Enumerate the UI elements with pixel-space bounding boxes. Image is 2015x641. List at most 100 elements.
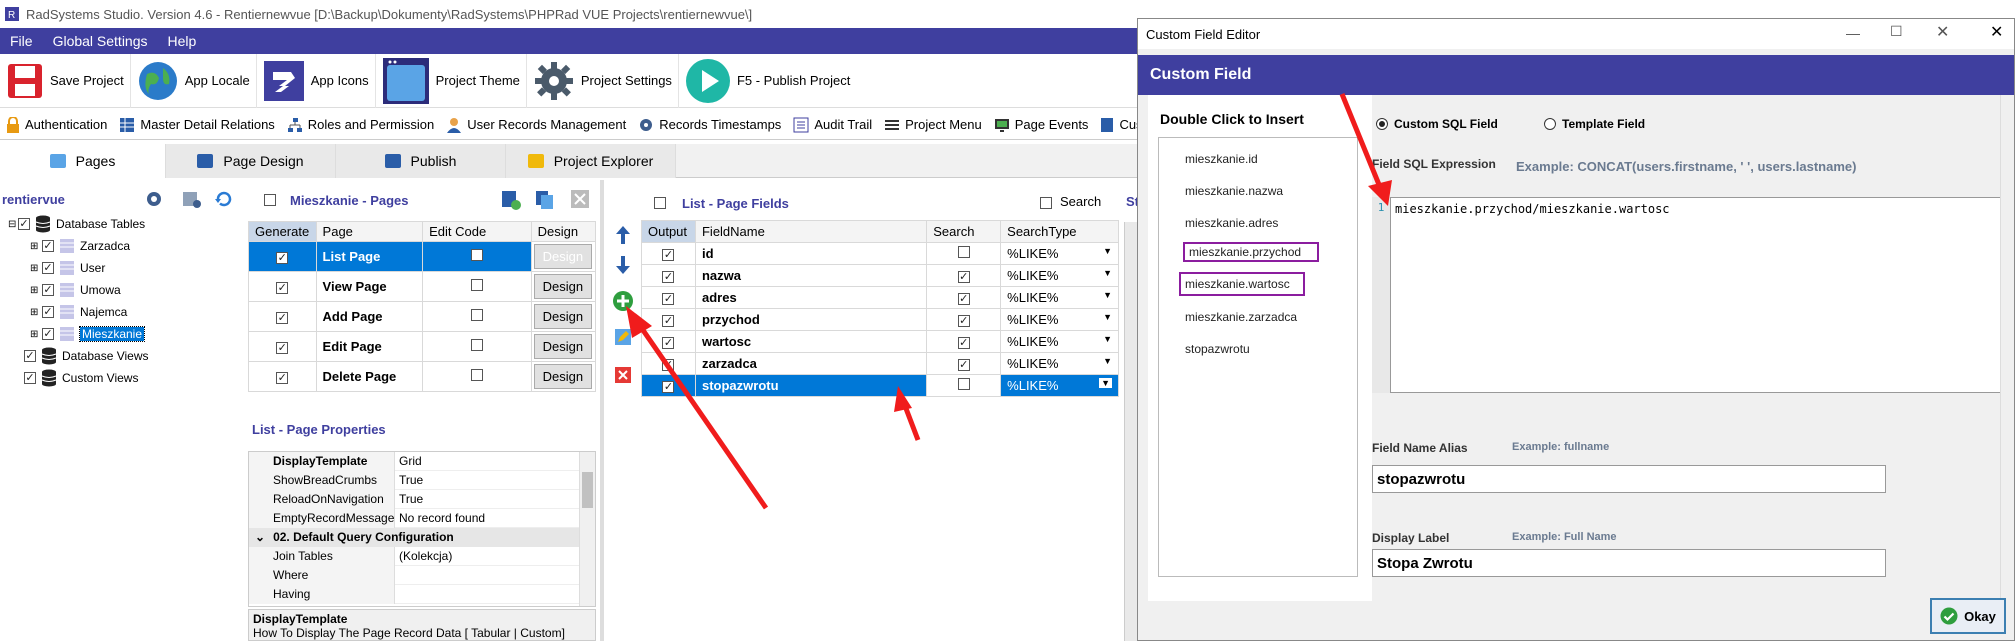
tree-database-views[interactable]: Database Views (24, 347, 149, 365)
app-locale-button[interactable]: App Locale (131, 53, 257, 108)
checkbox[interactable] (42, 306, 54, 318)
generate-checkbox[interactable] (276, 372, 289, 384)
expand-toggle-icon[interactable]: ⊞ (30, 307, 42, 318)
column-header[interactable]: Page (315, 221, 424, 242)
table-settings-icon[interactable] (182, 189, 202, 209)
property-row[interactable]: EmptyRecordMessage No record found (249, 508, 595, 528)
list-item[interactable]: mieszkanie.adres (1185, 212, 1278, 234)
design-button[interactable]: Design (533, 364, 593, 389)
search-checkbox[interactable] (957, 246, 970, 258)
tab-publish[interactable]: Publish (336, 144, 506, 178)
settings-gear-icon[interactable] (144, 189, 164, 209)
add-page-icon[interactable] (500, 189, 522, 211)
generate-checkbox[interactable] (276, 282, 289, 294)
save-project-button[interactable]: Save Project (0, 53, 131, 108)
expand-toggle-icon[interactable]: ⊞ (30, 285, 42, 296)
delete-field-icon[interactable] (614, 366, 632, 384)
column-header[interactable]: Edit Code (422, 221, 532, 242)
display-label-input[interactable]: Stopa Zwrotu (1372, 549, 1886, 577)
property-row[interactable]: DisplayTemplate Grid (249, 451, 595, 471)
page-events-button[interactable]: Page Events (988, 117, 1095, 133)
column-header[interactable]: SearchType (1000, 220, 1119, 243)
table-row[interactable]: Add Page Design (248, 301, 597, 332)
user-records-management-button[interactable]: User Records Management (440, 117, 632, 133)
table-row[interactable]: adres%LIKE%▼ (641, 286, 1119, 309)
audit-trail-button[interactable]: Audit Trail (787, 117, 878, 133)
edit-code-checkbox[interactable] (470, 249, 483, 261)
search-checkbox[interactable] (957, 271, 970, 283)
property-row[interactable]: Having (249, 584, 595, 604)
table-row[interactable]: View Page Design (248, 271, 597, 302)
checkbox[interactable] (42, 240, 54, 252)
dropdown-arrow-icon[interactable]: ▼ (1103, 356, 1112, 366)
refresh-icon[interactable] (214, 189, 234, 209)
table-row[interactable]: zarzadca%LIKE%▼ (641, 352, 1119, 375)
expand-toggle-icon[interactable]: ⊞ (30, 263, 42, 274)
publish-project-button[interactable]: F5 - Publish Project (679, 54, 856, 108)
edit-code-checkbox[interactable] (470, 279, 483, 291)
tree-table-umowa[interactable]: ⊞Umowa (30, 281, 121, 299)
project-theme-button[interactable]: Project Theme (376, 53, 527, 108)
search-all-checkbox[interactable] (1040, 197, 1052, 209)
output-checkbox[interactable] (662, 293, 675, 305)
output-checkbox[interactable] (662, 249, 675, 261)
checkbox[interactable] (24, 372, 36, 384)
tree-custom-views[interactable]: Custom Views (24, 369, 138, 387)
expand-toggle-icon[interactable]: ⊞ (30, 241, 42, 252)
expand-toggle-icon[interactable]: ⊞ (30, 329, 42, 340)
dialog-scrollbar[interactable] (2000, 95, 2014, 601)
copy-page-icon[interactable] (534, 189, 556, 211)
table-row[interactable]: Delete Page Design (248, 361, 597, 392)
checkbox[interactable] (18, 218, 30, 230)
search-checkbox[interactable] (957, 315, 970, 327)
authentication-button[interactable]: Authentication (0, 116, 113, 133)
output-checkbox[interactable] (662, 315, 675, 327)
dropdown-arrow-icon[interactable]: ▼ (1103, 312, 1112, 322)
table-row[interactable]: List Page Design (248, 241, 597, 272)
column-header[interactable]: Output (641, 220, 696, 243)
tab-pages[interactable]: Pages (0, 144, 166, 178)
edit-code-checkbox[interactable] (470, 339, 483, 351)
column-header[interactable]: Design (530, 221, 597, 242)
output-checkbox[interactable] (662, 381, 675, 393)
table-row[interactable]: przychod%LIKE%▼ (641, 308, 1119, 331)
menu-file[interactable]: File (0, 33, 43, 49)
vertical-scrollbar[interactable] (579, 452, 595, 606)
property-row[interactable]: ReloadOnNavigation True (249, 489, 595, 509)
design-button[interactable]: Design (533, 334, 593, 359)
generate-checkbox[interactable] (276, 342, 289, 354)
edit-code-checkbox[interactable] (470, 369, 483, 381)
dropdown-arrow-icon[interactable]: ▼ (1103, 290, 1112, 300)
search-checkbox[interactable] (957, 378, 970, 390)
field-alias-input[interactable]: stopazwrotu (1372, 465, 1886, 493)
tree-database-tables[interactable]: ⊟Database Tables (8, 215, 145, 233)
sql-expression-editor[interactable]: mieszkanie.przychod/mieszkanie.wartosc (1390, 197, 2006, 393)
okay-button[interactable]: Okay (1930, 598, 2006, 634)
panel-splitter[interactable] (600, 180, 604, 641)
table-row[interactable]: stopazwrotu%LIKE%▼ (641, 374, 1119, 397)
checkbox[interactable] (42, 262, 54, 274)
checkbox[interactable] (42, 284, 54, 296)
tree-table-zarzadca[interactable]: ⊞Zarzadca (30, 237, 130, 255)
minimize-icon[interactable]: — (1846, 25, 1860, 41)
dropdown-arrow-icon[interactable]: ▼ (1103, 334, 1112, 344)
close-icon[interactable]: ✕ (1936, 22, 1949, 42)
tree-root[interactable]: rentiervue (2, 190, 65, 208)
collapse-toggle-icon[interactable]: ⊟ (8, 219, 18, 230)
menu-global-settings[interactable]: Global Settings (43, 33, 158, 49)
design-button[interactable]: Design (533, 304, 593, 329)
add-custom-field-icon[interactable] (612, 290, 634, 312)
menu-help[interactable]: Help (158, 33, 207, 49)
dropdown-arrow-icon[interactable]: ▼ (1099, 378, 1112, 388)
project-settings-button[interactable]: Project Settings (527, 53, 679, 108)
property-row[interactable]: Where (249, 565, 595, 585)
dropdown-arrow-icon[interactable]: ▼ (1103, 268, 1112, 278)
property-row[interactable]: ShowBreadCrumbs True (249, 470, 595, 490)
list-item[interactable]: mieszkanie.nazwa (1185, 180, 1283, 202)
design-button[interactable]: Design (533, 244, 593, 269)
column-header[interactable]: Search (926, 220, 1002, 243)
tree-table-user[interactable]: ⊞User (30, 259, 105, 277)
radio-button[interactable] (1376, 118, 1388, 130)
tab-page-design[interactable]: Page Design (166, 144, 336, 178)
dialog-close-icon[interactable]: ✕ (1990, 22, 2003, 42)
